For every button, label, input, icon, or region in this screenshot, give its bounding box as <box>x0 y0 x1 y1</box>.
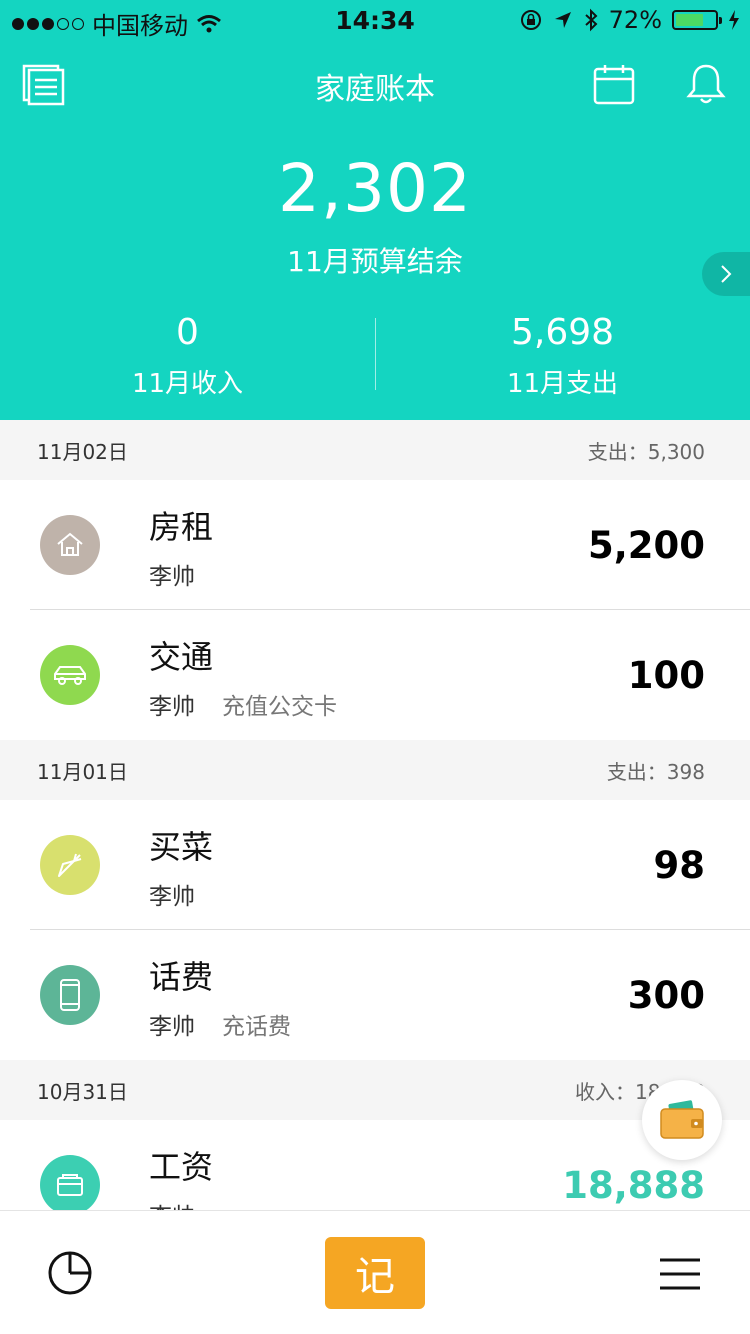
transaction-row[interactable]: 交通李帅 充值公交卡 100 <box>0 610 750 740</box>
transaction-row[interactable]: 工资李帅 18,888 <box>0 1120 750 1210</box>
expense-value: 5,698 <box>510 312 615 353</box>
header: 中国移动 14:34 72% 家庭账本 2,302 11月预算结余 0 11月收… <box>0 0 750 420</box>
entry-amount: 100 <box>627 654 705 697</box>
budget-detail-tab[interactable] <box>702 252 750 296</box>
person-name: 李帅 <box>149 694 195 720</box>
page-title: 家庭账本 <box>315 72 435 107</box>
person-name: 李帅 <box>149 564 195 590</box>
menu-icon[interactable] <box>658 1257 702 1291</box>
pie-chart-icon[interactable] <box>46 1249 94 1297</box>
battery-percent: 72% <box>608 6 662 34</box>
day-total: 支出：5,300 <box>587 439 705 464</box>
wallet-card-icon <box>40 1155 100 1210</box>
record-button[interactable]: 记 <box>325 1237 425 1309</box>
rotation-lock-icon <box>520 10 541 30</box>
person-name: 李帅 <box>149 1197 195 1210</box>
chevron-right-icon <box>721 265 732 283</box>
house-icon <box>40 515 100 575</box>
budget-balance: 2,302 <box>278 150 472 227</box>
income-value: 0 <box>176 312 199 353</box>
income-summary[interactable]: 0 11月收入 <box>0 312 375 400</box>
category-name: 房租 <box>149 508 214 546</box>
phone-icon <box>40 965 100 1025</box>
transaction-row[interactable]: 房租李帅 5,200 <box>0 480 750 610</box>
day-header: 11月01日 支出：398 <box>0 740 750 800</box>
day-date: 11月01日 <box>37 759 128 784</box>
car-icon <box>40 645 100 705</box>
entry-amount: 5,200 <box>587 524 705 567</box>
bluetooth-icon <box>584 8 598 32</box>
category-name: 工资 <box>149 1148 214 1186</box>
bell-icon[interactable] <box>684 62 728 106</box>
budget-balance-label: 11月预算结余 <box>287 245 463 278</box>
entry-amount: 98 <box>653 844 706 887</box>
income-label: 11月收入 <box>131 369 244 399</box>
transaction-list[interactable]: 11月02日 支出：5,300 房租 李帅 5,200 交通 李帅 充值公交卡 100 11月01… <box>0 420 750 1210</box>
person-name: 李帅 <box>149 884 195 910</box>
entry-note: 充值公交卡 <box>222 694 337 720</box>
charging-icon <box>729 10 739 30</box>
day-header: 11月02日 支出：5,300 <box>0 420 750 480</box>
category-name: 交通 <box>149 638 214 676</box>
status-right: 72% <box>519 6 740 34</box>
day-date: 11月02日 <box>37 439 128 464</box>
entry-amount: 300 <box>627 974 705 1017</box>
transaction-row[interactable]: 买菜李帅 98 <box>0 800 750 930</box>
wallet-button[interactable] <box>642 1080 722 1160</box>
entry-amount: 18,888 <box>562 1164 705 1207</box>
carrot-icon <box>40 835 100 895</box>
day-date: 10月31日 <box>37 1079 128 1104</box>
expense-label: 11月支出 <box>506 369 619 399</box>
expense-summary[interactable]: 5,698 11月支出 <box>375 312 750 400</box>
transaction-row[interactable]: 话费李帅 充话费 300 <box>0 930 750 1060</box>
entry-note: 充话费 <box>222 1014 291 1040</box>
calendar-icon[interactable] <box>592 62 636 106</box>
status-bar: 中国移动 14:34 72% <box>0 0 750 40</box>
tab-bar: 记 <box>0 1210 750 1334</box>
person-name: 李帅 <box>149 1014 195 1040</box>
category-name: 买菜 <box>149 828 214 866</box>
day-total: 支出：398 <box>606 759 705 784</box>
category-name: 话费 <box>149 958 214 996</box>
day-header: 10月31日 收入：18,888 <box>0 1060 750 1120</box>
wallet-icon <box>660 1100 704 1139</box>
battery-icon <box>672 10 722 30</box>
location-arrow-icon <box>554 12 571 28</box>
